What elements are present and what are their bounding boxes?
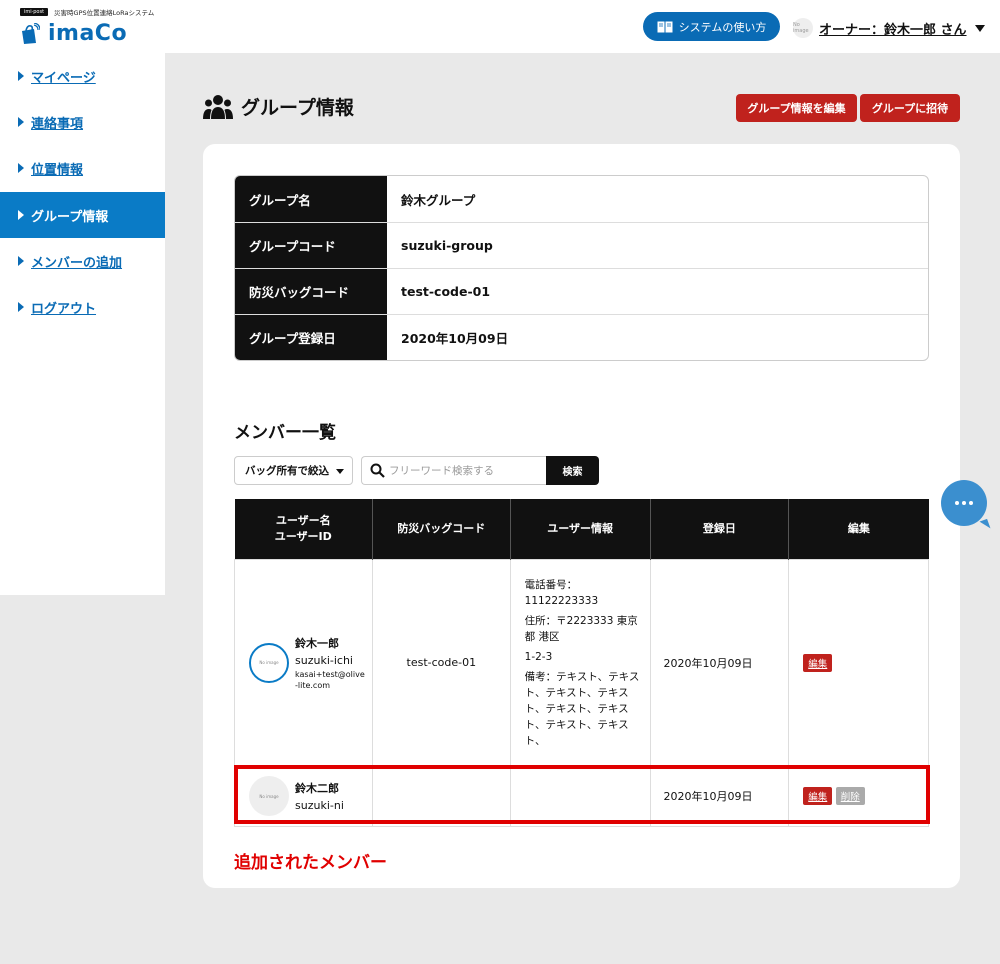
chat-button[interactable] [941,480,987,526]
howto-label: システムの使い方 [678,20,767,34]
table-row: No image 鈴木一郎 suzuki-ichi kasai+test@oli… [234,558,929,767]
avatar: No image [793,18,813,38]
info-value: 2020年10月09日 [401,331,509,346]
user-cell: No image 鈴木一郎 suzuki-ichi kasai+test@oli… [234,558,373,767]
col-header-edit: 編集 [788,499,929,559]
info-row-bag-code: 防災バッグコード test-code-01 [235,268,928,314]
invite-button[interactable]: グループに招待 [860,94,960,122]
info-row-registered-date: グループ登録日 2020年10月09日 [235,314,928,360]
address-line2: 1-2-3 [524,650,553,663]
dot-icon [955,501,959,505]
sidebar-item-add-member[interactable]: メンバーの追加 [0,238,165,284]
howto-button[interactable]: システムの使い方 [643,12,780,41]
bag-code-cell: test-code-01 [371,558,511,767]
users-icon [203,94,233,119]
avatar: No image [249,642,289,683]
caret-right-icon [18,210,24,220]
edit-group-button[interactable]: グループ情報を編集 [736,94,857,122]
tagline: 災害時GPS位置連絡LoRaシステム [54,9,155,17]
chevron-down-icon[interactable] [974,24,985,32]
search-button[interactable]: 検索 [546,456,599,485]
sidebar-item-label[interactable]: グループ情報 [31,206,108,225]
caret-right-icon [18,302,24,312]
search-box[interactable] [361,456,547,485]
info-key: 防災バッグコード [235,269,387,314]
table-header-row: ユーザー名 ユーザーID 防災バッグコード ユーザー情報 登録日 編集 [234,499,929,559]
sidebar-item-label[interactable]: 連絡事項 [31,113,83,132]
phone-label: 電話番号： [524,578,578,591]
sidebar-item-mypage[interactable]: マイページ [0,53,165,99]
user-name: 鈴木一郎 [295,636,339,650]
user-id: suzuki-ichi [295,653,353,667]
info-value: suzuki-group [401,238,493,253]
info-key: グループ登録日 [235,315,387,360]
phone-value: 11122223333 [524,594,599,607]
mini-logo: imi·post [20,8,49,16]
group-card: グループ名 鈴木グループ グループコード suzuki-group 防災バッグコ… [203,144,960,888]
dot-icon [962,501,966,505]
dot-icon [969,501,973,505]
caret-right-icon [18,163,24,173]
user-email: kasai+test@olive-lite.com [295,669,365,690]
edit-button[interactable]: 編集 [803,653,833,672]
page-title-text: グループ情報 [241,97,354,119]
sidebar-item-label[interactable]: メンバーの追加 [31,252,122,271]
sidebar-item-notices[interactable]: 連絡事項 [0,99,165,145]
info-key: グループ名 [235,176,387,222]
info-row-group-name: グループ名 鈴木グループ [235,176,928,222]
chevron-down-icon [336,469,344,474]
brand[interactable]: imi·post 災害時GPS位置連絡LoRaシステム imaCo [20,7,154,46]
info-key: グループコード [235,223,387,268]
group-info-table: グループ名 鈴木グループ グループコード suzuki-group 防災バッグコ… [234,175,929,361]
sidebar-item-group-info[interactable]: グループ情報 [0,192,165,238]
address-label: 住所： [524,614,557,627]
bag-filter-select[interactable]: バッグ所有で絞込 [234,456,353,485]
members-title: メンバー一覧 [234,423,336,443]
info-row-group-code: グループコード suzuki-group [235,222,928,268]
col-header-date: 登録日 [650,499,790,559]
added-member-label: 追加されたメンバー [234,853,387,873]
sidebar-item-logout[interactable]: ログアウト [0,284,165,330]
bag-logo-icon [22,22,40,44]
user-menu[interactable]: No image オーナー：鈴木一郎 さん [793,18,985,38]
col-header-user: ユーザー名 ユーザーID [234,499,373,559]
added-member-highlight [234,765,930,824]
caret-right-icon [18,256,24,266]
sidebar-item-label[interactable]: ログアウト [31,298,96,317]
page-title: グループ情報 [203,93,354,120]
caret-right-icon [18,117,24,127]
app-name: imaCo [48,21,128,46]
note-label: 備考： [524,670,557,683]
sidebar-item-label[interactable]: 位置情報 [31,159,83,178]
book-icon [657,21,673,32]
sidebar-item-location[interactable]: 位置情報 [0,145,165,191]
sidebar-item-label[interactable]: マイページ [31,67,96,86]
col-header-bag-code: 防災バッグコード [372,499,511,559]
search-input[interactable] [389,464,539,477]
sidebar: マイページ 連絡事項 位置情報 グループ情報 メンバーの追加 ログアウト [0,53,165,595]
top-header: imi·post 災害時GPS位置連絡LoRaシステム imaCo システムの使… [0,0,1000,53]
info-value: test-code-01 [401,284,491,299]
search-icon [370,463,385,478]
date-cell: 2020年10月09日 [649,558,790,767]
edit-cell: 編集 [788,558,929,767]
col-header-user-info: ユーザー情報 [510,499,651,559]
caret-right-icon [18,71,24,81]
info-value: 鈴木グループ [401,192,476,208]
user-name-link[interactable]: オーナー：鈴木一郎 さん [819,19,967,38]
user-info-cell: 電話番号： 11122223333 住所：〒2223333 東京都 港区 1-2-… [509,558,651,767]
filter-label: バッグ所有で絞込 [245,465,329,477]
